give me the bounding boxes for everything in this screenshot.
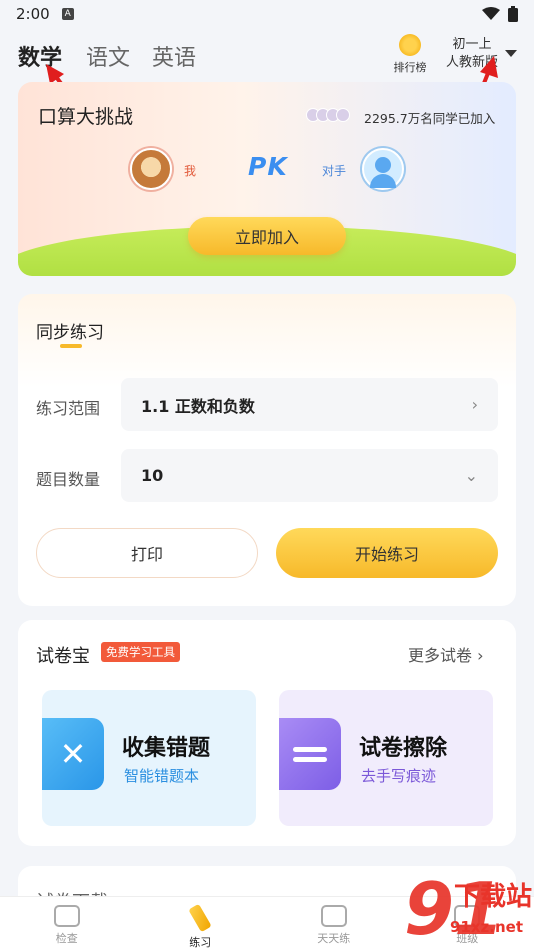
site-watermark: 91 下载站 91xz.net [404, 868, 534, 950]
opponent-avatar [362, 148, 404, 190]
watermark-text: 下载站 [454, 882, 533, 912]
participant-avatars [306, 108, 350, 122]
pk-label: PK [248, 152, 288, 181]
count-selector[interactable]: 10 ⌄ [121, 449, 498, 502]
sync-practice-card: 同步练习 练习范围 1.1 正数和负数 › 题目数量 10 ⌄ 打印 开始练习 [18, 294, 516, 606]
eraser-icon [279, 718, 341, 790]
challenge-title: 口算大挑战 [38, 106, 134, 128]
joined-count: 2295.7万名同学已加入 [364, 111, 496, 126]
mental-math-challenge-banner[interactable]: 口算大挑战 2295.7万名同学已加入 我 PK 对手 立即加入 [18, 82, 516, 276]
calendar-check-icon [320, 905, 347, 927]
tool-subtitle: 去手写痕迹 [361, 767, 437, 785]
paper-treasure-card: 试卷宝 免费学习工具 更多试卷 › ✕ 收集错题 智能错题本 试卷擦除 去手写痕… [18, 620, 516, 846]
battery-icon [508, 6, 518, 22]
grade-selector[interactable]: 初一上 人教新版 [446, 36, 498, 72]
print-button[interactable]: 打印 [36, 528, 258, 578]
free-tool-badge: 免费学习工具 [101, 642, 180, 662]
chevron-down-icon: ⌄ [464, 466, 478, 485]
grade-level: 初一上 [452, 37, 492, 52]
title-underline [60, 344, 82, 348]
join-now-button[interactable]: 立即加入 [188, 217, 346, 255]
paper-treasure-title: 试卷宝 [36, 646, 90, 667]
textbook-edition: 人教新版 [446, 55, 499, 70]
tool-title: 收集错题 [122, 736, 211, 761]
range-label: 练习范围 [36, 399, 101, 418]
opponent-label: 对手 [322, 164, 347, 178]
status-icons [482, 6, 518, 22]
tab-math[interactable]: 数学 [18, 40, 62, 72]
range-selector[interactable]: 1.1 正数和负数 › [121, 378, 498, 431]
wifi-icon [482, 7, 500, 20]
pencil-icon [188, 903, 212, 933]
erase-paper-tool[interactable]: 试卷擦除 去手写痕迹 [279, 690, 493, 826]
camera-icon [53, 905, 80, 927]
range-value: 1.1 正数和负数 [141, 396, 255, 416]
leaderboard-label: 排行榜 [393, 61, 427, 74]
tab-daily[interactable]: 天天练 [267, 897, 401, 950]
start-practice-button[interactable]: 开始练习 [276, 528, 498, 578]
tool-subtitle: 智能错题本 [124, 767, 200, 785]
watermark-url: 91xz.net [450, 918, 524, 936]
chevron-down-icon[interactable] [505, 50, 517, 57]
status-bar: 2:00 A [0, 0, 534, 28]
sim-icon: A [61, 8, 74, 20]
sync-practice-title: 同步练习 [36, 323, 104, 343]
me-label: 我 [184, 164, 197, 178]
my-avatar [130, 148, 172, 190]
chevron-right-icon: › [471, 395, 478, 414]
count-label: 题目数量 [36, 470, 101, 489]
medal-icon [399, 34, 421, 56]
close-x-icon: ✕ [42, 718, 104, 790]
leaderboard-button[interactable]: 排行榜 [390, 34, 430, 75]
more-papers-link[interactable]: 更多试卷 › [408, 642, 484, 666]
collect-mistakes-tool[interactable]: ✕ 收集错题 智能错题本 [42, 690, 256, 826]
tab-check[interactable]: 检查 [0, 897, 134, 950]
tab-chinese[interactable]: 语文 [86, 40, 130, 72]
top-nav: 数学 语文 英语 排行榜 初一上 人教新版 [0, 30, 534, 80]
tool-title: 试卷擦除 [359, 736, 448, 761]
tab-practice[interactable]: 练习 [134, 897, 268, 950]
tab-english[interactable]: 英语 [152, 40, 196, 72]
count-value: 10 [141, 466, 164, 485]
status-time: 2:00 [16, 5, 50, 23]
